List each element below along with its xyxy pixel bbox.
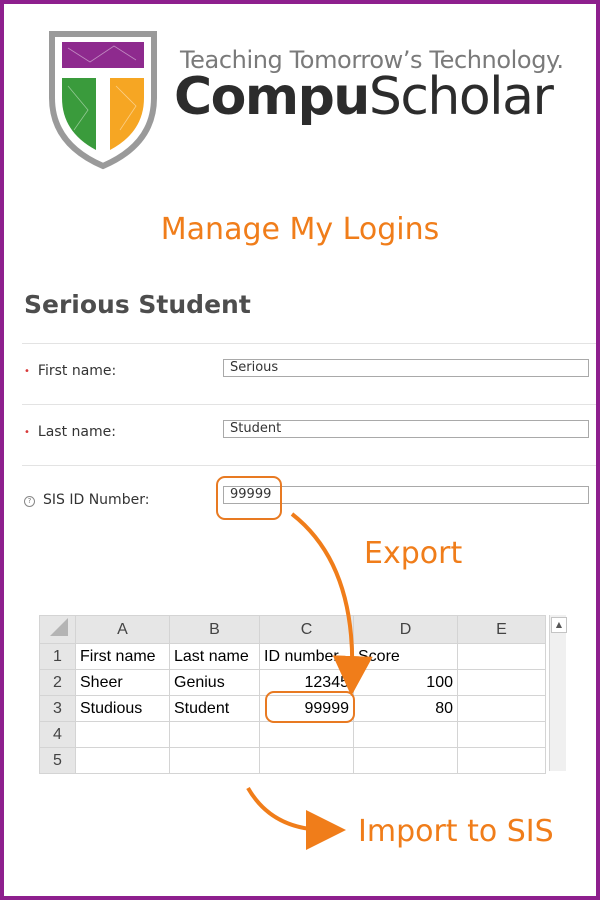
column-header-c[interactable]: C [259, 615, 354, 644]
column-header-d[interactable]: D [353, 615, 458, 644]
page-title: Manage My Logins [160, 212, 440, 247]
student-name: Serious Student [24, 290, 251, 319]
cell[interactable] [75, 747, 170, 774]
divider [22, 343, 596, 344]
column-header-row: A B C D E [39, 615, 546, 644]
brand-regular: Scholar [368, 67, 554, 127]
select-all-icon [50, 618, 68, 636]
cell[interactable] [457, 721, 546, 748]
cell[interactable]: Sheer [75, 669, 170, 696]
required-marker-icon: • [24, 366, 30, 377]
help-icon[interactable]: ? [24, 496, 35, 507]
column-header-e[interactable]: E [457, 615, 546, 644]
import-label: Import to SIS [358, 814, 554, 849]
cell[interactable]: Student [169, 695, 260, 722]
cell[interactable] [75, 721, 170, 748]
required-marker-icon: • [24, 427, 30, 438]
cell[interactable]: Studious [75, 695, 170, 722]
last-name-field[interactable]: Student [223, 420, 589, 438]
first-name-field[interactable]: Serious [223, 359, 589, 377]
first-name-label: • First name: [24, 363, 117, 379]
import-arrow-icon [246, 787, 346, 850]
cell[interactable] [457, 669, 546, 696]
table-row: 4 [39, 721, 546, 748]
cell[interactable]: ID number [259, 643, 354, 670]
column-header-a[interactable]: A [75, 615, 170, 644]
table-row: 5 [39, 747, 546, 774]
cell[interactable] [259, 721, 354, 748]
cell[interactable]: First name [75, 643, 170, 670]
vertical-scrollbar[interactable]: ▲ [549, 615, 567, 771]
row-number[interactable]: 5 [39, 747, 76, 774]
cell[interactable] [457, 643, 546, 670]
column-header-b[interactable]: B [169, 615, 260, 644]
row-number[interactable]: 4 [39, 721, 76, 748]
brand-bold: Compu [174, 67, 370, 127]
cell[interactable]: Score [353, 643, 458, 670]
cell[interactable] [457, 747, 546, 774]
brand-name: CompuScholar [174, 66, 554, 128]
id-cell-highlight [265, 691, 355, 723]
cell[interactable] [457, 695, 546, 722]
cell[interactable]: Last name [169, 643, 260, 670]
divider [22, 404, 596, 405]
sis-id-label: ? SIS ID Number: [24, 492, 149, 508]
compuscholar-logo-icon [49, 31, 157, 170]
cell[interactable] [169, 721, 260, 748]
table-row: 1 First name Last name ID number Score [39, 643, 546, 670]
export-label: Export [364, 536, 463, 571]
page-frame: Teaching Tomorrow’s Technology. CompuSch… [4, 4, 596, 896]
sis-id-highlight [216, 476, 282, 520]
cell[interactable] [353, 721, 458, 748]
divider [22, 465, 596, 466]
cell[interactable] [353, 747, 458, 774]
row-number[interactable]: 1 [39, 643, 76, 670]
row-number[interactable]: 3 [39, 695, 76, 722]
select-all-corner[interactable] [39, 615, 76, 644]
cell[interactable]: Genius [169, 669, 260, 696]
scroll-up-icon[interactable]: ▲ [551, 617, 567, 633]
cell[interactable]: 80 [353, 695, 458, 722]
cell[interactable] [169, 747, 260, 774]
cell[interactable]: 100 [353, 669, 458, 696]
cell[interactable] [259, 747, 354, 774]
last-name-label: • Last name: [24, 424, 116, 440]
row-number[interactable]: 2 [39, 669, 76, 696]
